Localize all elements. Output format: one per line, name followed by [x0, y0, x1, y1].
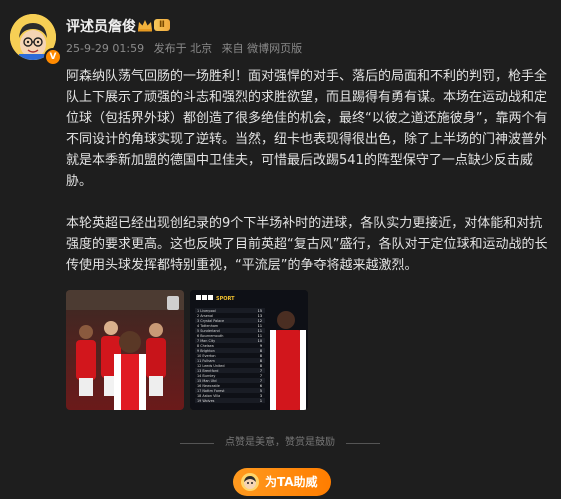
- table-team-points: 11: [258, 324, 262, 328]
- cheer-button[interactable]: 为TA助威: [233, 468, 331, 496]
- post-body: 阿森纳队荡气回肠的一场胜利！面对强悍的对手、落后的局面和不利的判罚，枪手全队上下…: [66, 66, 554, 276]
- table-team-name: 16 Newcastle: [197, 384, 220, 388]
- table-team-points: 10: [258, 339, 262, 343]
- sport-brand-label: SPORT: [216, 296, 235, 302]
- table-team-name: 9 Brighton: [197, 349, 215, 353]
- table-team-name: 11 Fulham: [197, 359, 215, 363]
- table-team-name: 14 Burnley: [197, 374, 215, 378]
- table-team-points: 5: [260, 389, 262, 393]
- table-team-points: 8: [260, 349, 262, 353]
- league-table-graphic: SPORT 1 Liverpool 152 Arsenal 133 Crystal …: [190, 290, 308, 410]
- table-team-points: 13: [258, 314, 262, 318]
- league-table-image[interactable]: SPORT 1 Liverpool 15 2 Arsenal 13 3 Crystal …: [190, 290, 308, 410]
- table-team-name: 19 Wolves: [197, 399, 215, 403]
- weibo-post: V 评述员詹俊 Ⅱ 25-9-29 01:59 发布于 北京 来自 微博网页版 …: [0, 0, 561, 499]
- divider-line-left: [180, 443, 214, 444]
- table-team-name: 2 Arsenal: [197, 314, 213, 318]
- table-team-points: 9: [260, 344, 262, 348]
- reward-divider: 点赞是美意，赞赏是鼓励: [180, 436, 380, 450]
- table-team-name: 10 Everton: [197, 354, 216, 358]
- table-team-name: 13 Brentford: [197, 369, 218, 373]
- divider-line-right: [346, 443, 380, 444]
- table-team-name: 7 Man City: [197, 339, 215, 343]
- table-team-points: 6: [260, 384, 262, 388]
- table-team-points: 8: [260, 364, 262, 368]
- post-images: SPORT 1 Liverpool 15 2 Arsenal 13 3 Crystal …: [66, 290, 310, 410]
- avatar-face-icon: [241, 473, 259, 491]
- arsenal-players-image[interactable]: [66, 290, 184, 410]
- post-paragraph-2: 本轮英超已经出现创纪录的9个下半场补时的进球，各队实力更接近，对体能和对抗强度的…: [66, 216, 548, 273]
- table-team-points: 15: [258, 309, 262, 313]
- user-name[interactable]: 评述员詹俊: [66, 16, 136, 36]
- table-team-points: 3: [260, 394, 262, 398]
- post-location: 发布于 北京: [153, 42, 213, 55]
- table-team-name: 18 Aston Villa: [197, 394, 220, 398]
- table-team-name: 17 Nottm Forest: [197, 389, 225, 393]
- table-team-points: 7: [260, 374, 262, 378]
- table-team-points: 11: [258, 329, 262, 333]
- table-team-points: 7: [260, 379, 262, 383]
- level-badge: Ⅱ: [154, 19, 170, 31]
- verified-badge-icon: V: [44, 48, 62, 66]
- table-team-name: 4 Tottenham: [197, 324, 219, 328]
- table-team-points: 7: [260, 369, 262, 373]
- table-team-name: 5 Sunderland: [197, 329, 220, 333]
- crown-icon: [138, 20, 152, 32]
- table-team-points: 8: [260, 354, 262, 358]
- post-paragraph-1: 阿森纳队荡气回肠的一场胜利！面对强悍的对手、落后的局面和不利的判罚，枪手全队上下…: [66, 69, 548, 189]
- post-time[interactable]: 25-9-29 01:59: [66, 42, 144, 55]
- table-team-points: 1: [260, 399, 262, 403]
- post-meta: 25-9-29 01:59 发布于 北京 来自 微博网页版: [66, 40, 308, 56]
- table-team-name: 15 Man Utd: [197, 379, 217, 383]
- table-team-name: 1 Liverpool: [197, 309, 216, 313]
- table-team-points: 8: [260, 359, 262, 363]
- table-team-name: 8 Chelsea: [197, 344, 214, 348]
- table-team-points: 11: [258, 334, 262, 338]
- table-team-name: 3 Crystal Palace: [197, 319, 224, 323]
- divider-text: 点赞是美意，赞赏是鼓励: [225, 437, 335, 448]
- table-team-points: 12: [258, 319, 262, 323]
- cheer-label: 为TA助威: [265, 475, 318, 489]
- table-team-name: 12 Leeds United: [197, 364, 225, 368]
- table-team-name: 6 Bournemouth: [197, 334, 223, 338]
- post-source: 来自 微博网页版: [221, 42, 303, 55]
